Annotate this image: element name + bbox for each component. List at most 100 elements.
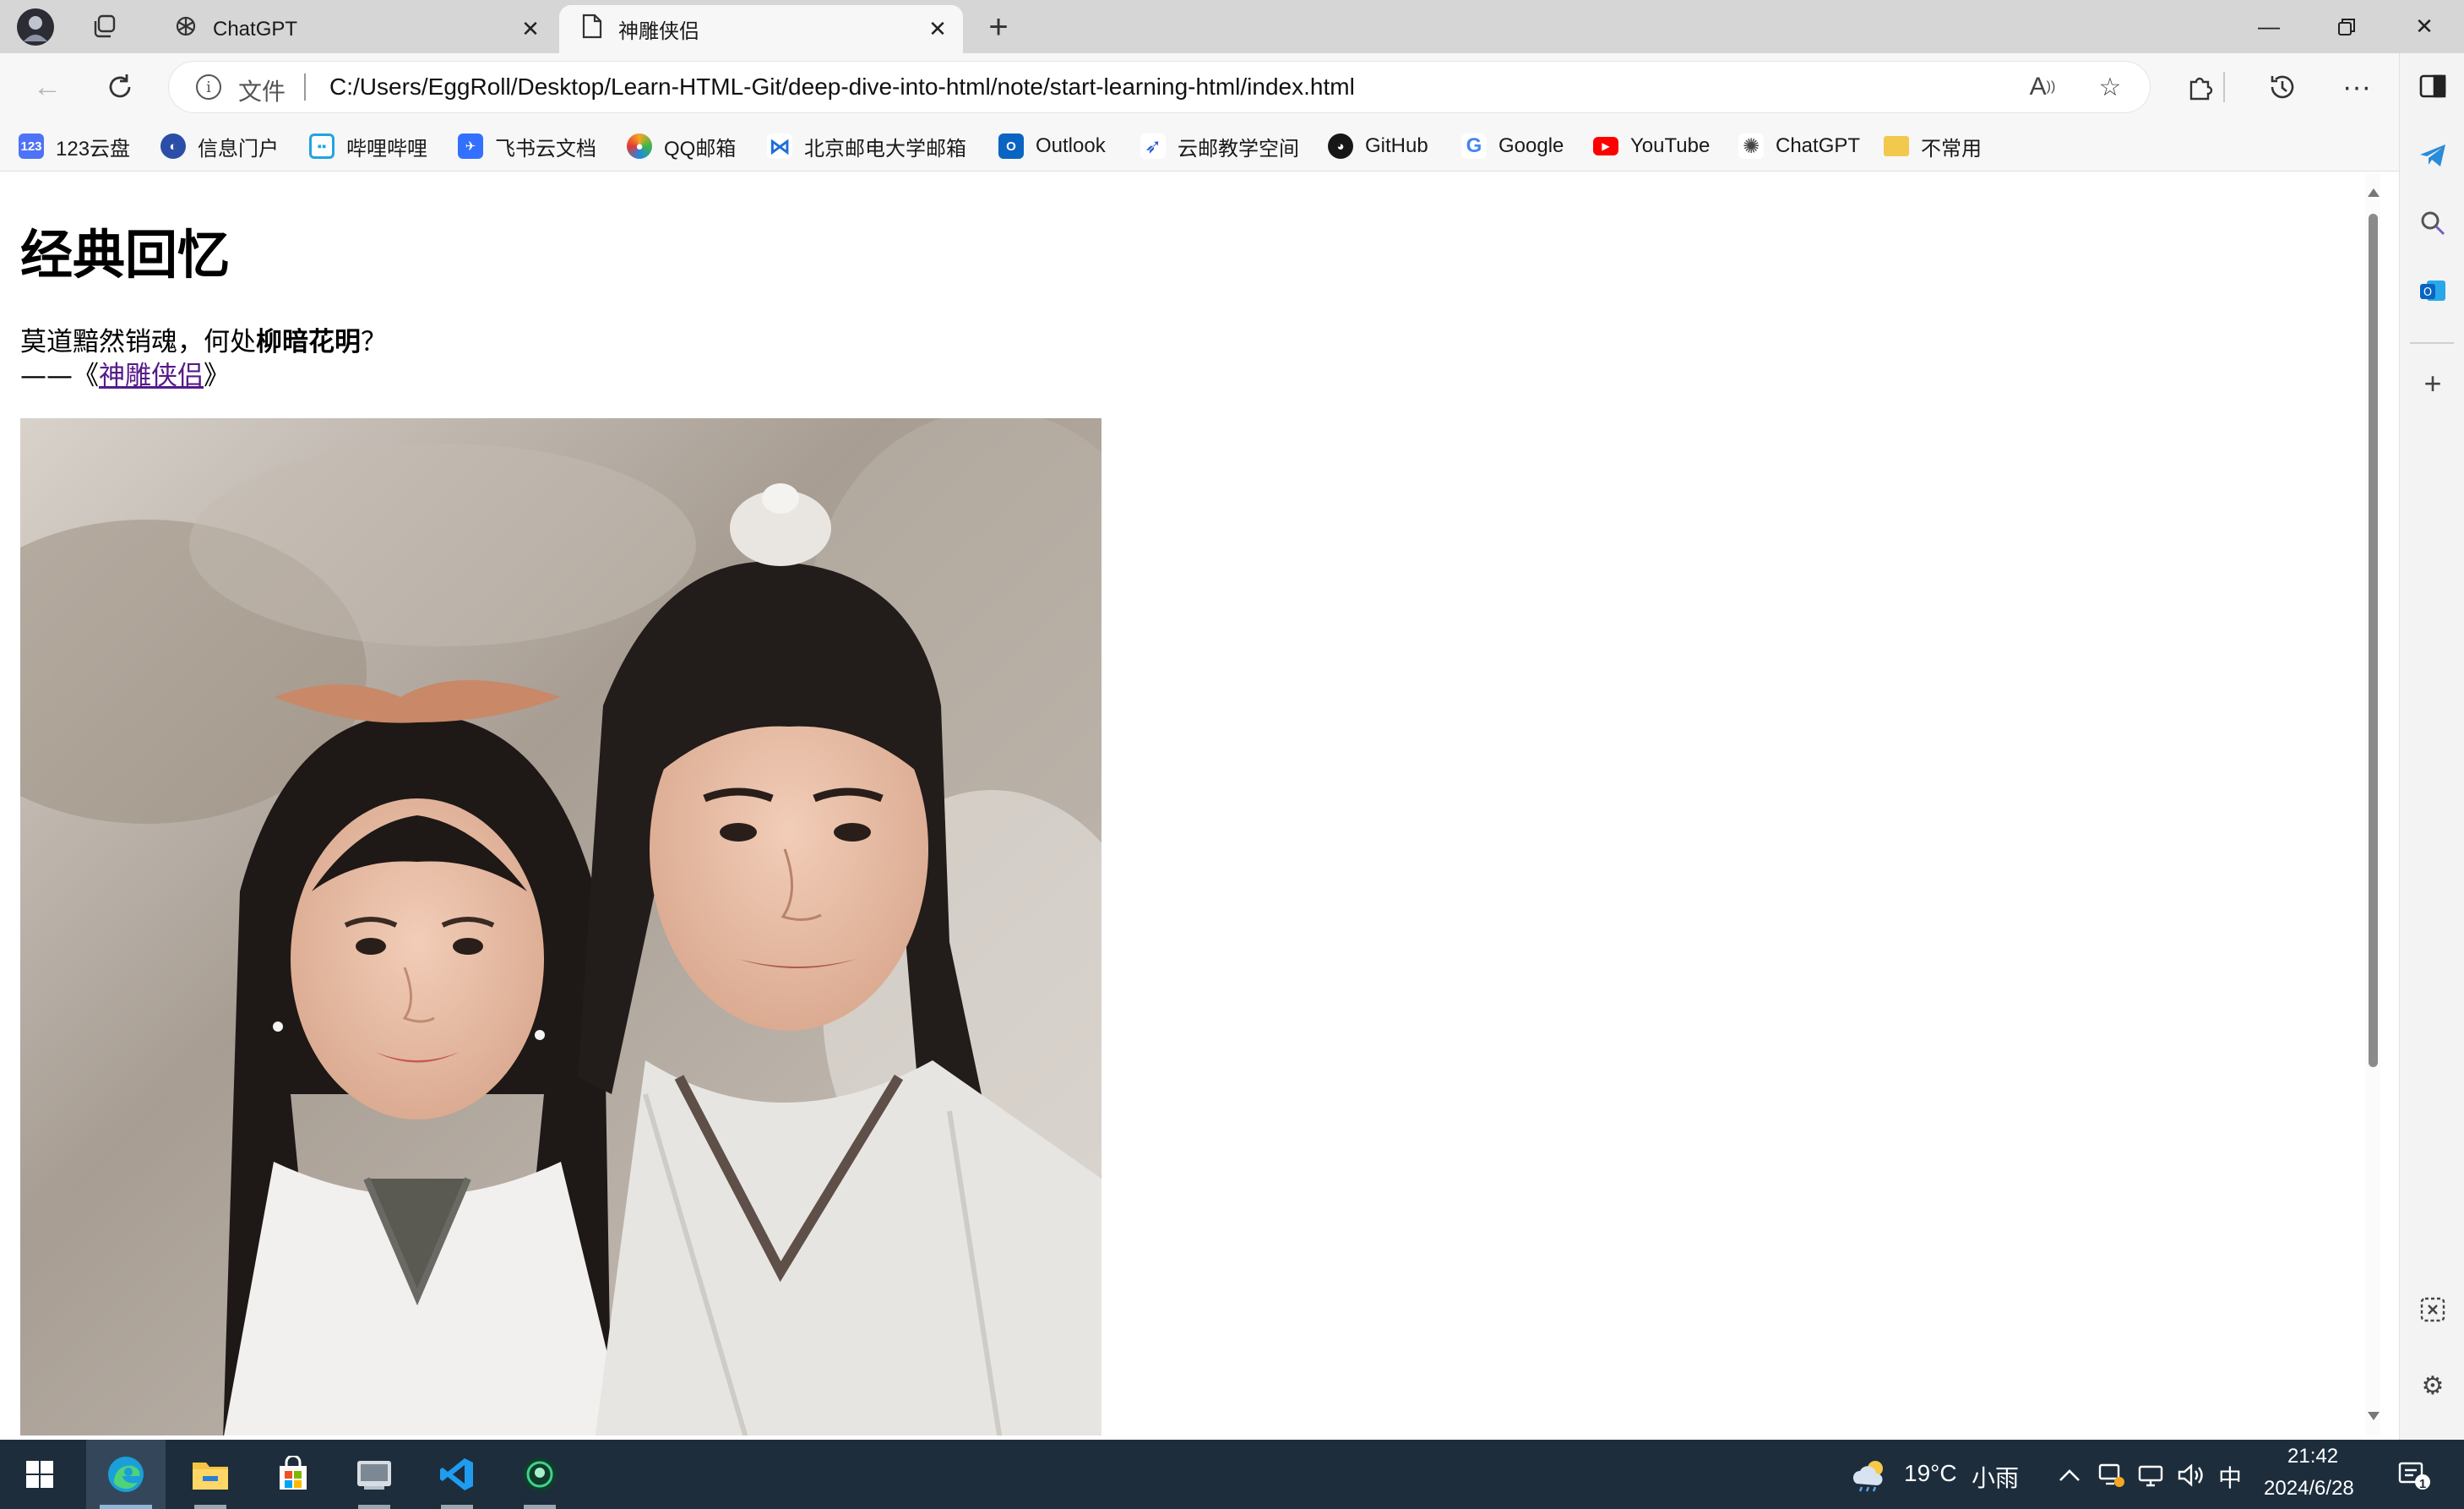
bookmark-label: 不常用 [1921, 137, 1982, 161]
bookmark-github[interactable]: ◕ GitHub [1328, 132, 1428, 161]
running-indicator [358, 1505, 390, 1509]
divider [304, 74, 306, 101]
chevron-up-icon[interactable] [2054, 1460, 2085, 1490]
source-link[interactable]: 神雕侠侣 [99, 361, 204, 391]
scroll-down-icon[interactable] [2368, 1412, 2380, 1420]
ime-indicator[interactable]: 中 [2218, 1460, 2242, 1494]
start-button[interactable] [0, 1440, 79, 1509]
taskbar: 19°C 小雨 中 21:42 2024/6/28 1 [0, 1440, 2464, 1509]
clock-date[interactable]: 2024/6/28 [2264, 1477, 2354, 1501]
minimize-icon[interactable]: — [2230, 0, 2308, 53]
weather-desc: 小雨 [1972, 1465, 2020, 1491]
running-indicator [194, 1505, 226, 1509]
portal-icon: ◐ [160, 133, 186, 159]
bookmark-bupt-mail[interactable]: ⋈ 北京邮电大学邮箱 [767, 132, 966, 161]
weather-cloud-rain-icon[interactable] [1850, 1460, 1890, 1492]
telegram-icon[interactable] [2415, 138, 2450, 173]
folder-icon [1884, 136, 1909, 156]
outlook-icon[interactable]: O [2415, 273, 2450, 308]
google-icon: G [1461, 133, 1487, 159]
network-alert-icon[interactable] [2097, 1460, 2127, 1490]
url-text[interactable]: C:/Users/EggRoll/Desktop/Learn-HTML-Git/… [329, 74, 1355, 101]
close-window-icon[interactable]: ✕ [2385, 0, 2463, 53]
sidebar-toggle-icon[interactable] [2415, 68, 2450, 104]
scrollbar-thumb[interactable] [2369, 214, 2378, 1067]
toolbar: ← i 文件 C:/Users/EggRoll/Desktop/Learn-HT… [0, 53, 2399, 121]
more-menu-icon[interactable]: ··· [2336, 67, 2377, 107]
bookmark-label: 云邮教学空间 [1178, 137, 1299, 161]
teaching-space-icon: ➶ [1140, 133, 1166, 159]
bookmark-feishu[interactable]: ✈ 飞书云文档 [458, 132, 596, 161]
svg-text:O: O [2423, 286, 2432, 299]
tab-strip: ChatGPT ✕ 神雕侠侣 ✕ + — ✕ [0, 0, 2464, 53]
bookmark-123cloud[interactable]: 123 123云盘 [19, 132, 130, 161]
quote-text: 莫道黯然销魂，何处 [20, 327, 256, 357]
favorite-star-icon[interactable]: ☆ [2095, 72, 2125, 102]
bookmark-label: 飞书云文档 [495, 137, 596, 161]
clock-time[interactable]: 21:42 [2287, 1445, 2338, 1468]
address-bar[interactable]: i 文件 C:/Users/EggRoll/Desktop/Learn-HTML… [169, 62, 2150, 112]
extensions-icon[interactable] [2179, 67, 2220, 107]
screenshot-icon[interactable] [2415, 1292, 2450, 1327]
bookmark-chatgpt[interactable]: ✺ ChatGPT [1738, 132, 1860, 161]
close-tab-icon[interactable]: ✕ [924, 15, 951, 42]
bilibili-icon: ▪▪ [309, 133, 335, 159]
taskbar-edge[interactable] [86, 1440, 166, 1509]
divider [2410, 342, 2454, 344]
close-tab-icon[interactable]: ✕ [517, 15, 544, 42]
bookmark-info-portal[interactable]: ◐ 信息门户 [160, 132, 279, 161]
bookmark-label: 信息门户 [198, 137, 279, 161]
poem-quote: 莫道黯然销魂，何处柳暗花明？ [20, 320, 387, 358]
bookmark-cloud-teaching[interactable]: ➶ 云邮教学空间 [1140, 132, 1299, 161]
scheme-label: 文件 [238, 79, 286, 105]
new-tab-icon[interactable]: + [978, 7, 1019, 47]
page-viewport: 经典回忆 莫道黯然销魂，何处柳暗花明？ ——《神雕侠侣》 [7, 173, 2380, 1435]
tab-active[interactable]: 神雕侠侣 ✕ [559, 5, 963, 53]
profile-avatar[interactable] [15, 7, 56, 47]
tab-title: 神雕侠侣 [618, 20, 699, 43]
bookmark-qqmail[interactable]: ● QQ邮箱 [627, 132, 736, 161]
settings-gear-icon[interactable]: ⚙ [2415, 1368, 2450, 1403]
bookmark-label: YouTube [1630, 134, 1711, 157]
bookmark-youtube[interactable]: ▶ YouTube [1593, 132, 1710, 161]
bookmark-label: ChatGPT [1776, 134, 1861, 157]
running-indicator [441, 1505, 473, 1509]
divider [2223, 72, 2225, 102]
weather-temp: 19°C [1904, 1460, 1957, 1486]
bookmark-label: 北京邮电大学邮箱 [804, 137, 966, 161]
back-icon[interactable]: ← [27, 67, 68, 107]
search-icon[interactable] [2415, 205, 2450, 241]
taskbar-file-explorer[interactable] [171, 1440, 250, 1509]
bookmark-outlook[interactable]: O Outlook [998, 132, 1106, 161]
read-aloud-icon[interactable]: A)) [2027, 72, 2058, 102]
taskbar-app-green[interactable] [500, 1440, 579, 1509]
bookmark-label: Outlook [1036, 134, 1106, 157]
quote-punct: ？ [361, 327, 387, 357]
volume-icon[interactable] [2176, 1460, 2206, 1490]
bookmark-label: 哔哩哔哩 [346, 137, 427, 161]
wifi-network-icon[interactable] [2135, 1460, 2166, 1490]
notification-icon[interactable]: 1 [2396, 1460, 2433, 1491]
history-icon[interactable] [2262, 67, 2303, 107]
workspaces-icon[interactable] [84, 7, 125, 47]
restore-icon[interactable] [2308, 0, 2385, 53]
notification-count: 1 [2418, 1477, 2427, 1491]
chatgpt-icon: ✺ [1738, 133, 1764, 159]
tab-title: ChatGPT [213, 17, 298, 41]
taskbar-terminal[interactable] [335, 1440, 414, 1509]
quote-source: ——《神雕侠侣》 [20, 354, 230, 392]
edge-sidebar: O + ⚙ [2399, 53, 2464, 1440]
taskbar-store[interactable] [253, 1440, 333, 1509]
scroll-up-icon[interactable] [2368, 188, 2380, 197]
page-scrollbar[interactable] [2365, 173, 2380, 1435]
outlook-icon: O [998, 133, 1024, 159]
taskbar-vscode[interactable] [417, 1440, 497, 1509]
refresh-icon[interactable] [100, 67, 140, 107]
bookmark-bilibili[interactable]: ▪▪ 哔哩哔哩 [309, 132, 427, 161]
bookmark-folder-rare[interactable]: 不常用 [1884, 132, 1982, 161]
quote-bold-text: 柳暗花明 [256, 327, 361, 357]
add-icon[interactable]: + [2415, 366, 2450, 401]
tab-chatgpt[interactable]: ChatGPT ✕ [152, 5, 556, 53]
bookmark-google[interactable]: G Google [1461, 132, 1564, 161]
info-icon[interactable]: i [196, 74, 221, 100]
